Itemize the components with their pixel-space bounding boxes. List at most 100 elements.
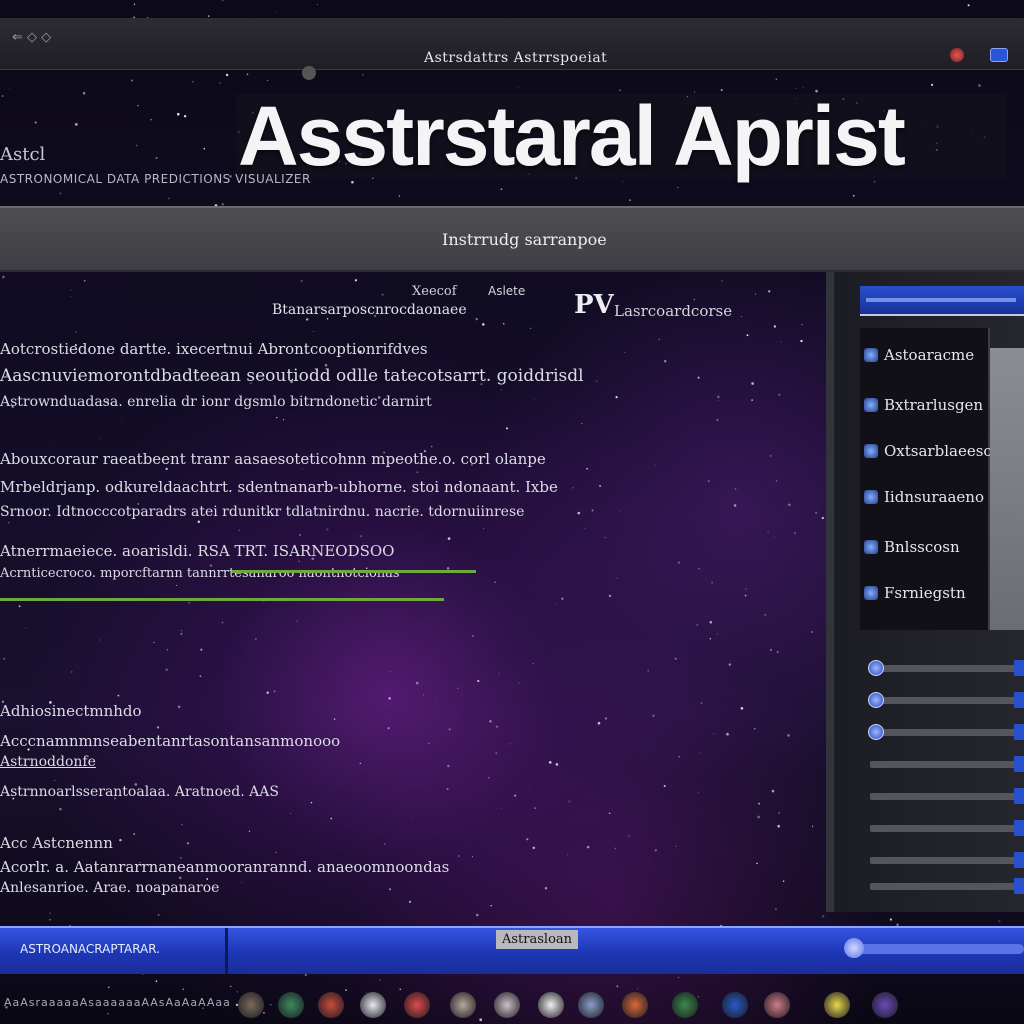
panel-slider[interactable] (870, 756, 1024, 772)
app-title: Asstrstaral Aprist (238, 89, 906, 183)
slider-track[interactable] (870, 761, 1024, 768)
search-bar[interactable]: Instrrudg sarranpoe (0, 206, 1024, 272)
slider-track[interactable] (870, 665, 1024, 672)
star (967, 4, 970, 7)
slider-end-cap (1014, 692, 1024, 708)
header-subtitle: ASTRONOMICAL DATA PREDICTIONS VISUALIZER (0, 172, 311, 186)
content-line: Acc Astcnennn (0, 834, 113, 852)
status-center-label: Astrasloan (496, 930, 579, 949)
chrome-icon[interactable] (278, 992, 304, 1018)
eye-icon-2[interactable] (494, 992, 520, 1018)
section-tag-2: Aslete (488, 284, 526, 298)
progress-underline (0, 598, 444, 601)
cloud-icon[interactable] (538, 992, 564, 1018)
panel-slider[interactable] (870, 878, 1024, 894)
slider-knob[interactable] (868, 724, 884, 740)
slider-track[interactable] (870, 697, 1024, 704)
panel-list-item[interactable]: Fsrniegstn (864, 578, 990, 608)
window-extension-icon[interactable] (990, 48, 1008, 62)
star (379, 979, 382, 981)
slider-knob[interactable] (868, 692, 884, 708)
mail-icon[interactable] (404, 992, 430, 1018)
gem-icon[interactable] (722, 992, 748, 1018)
panel-list-item[interactable]: Bnlsscosn (864, 532, 990, 562)
star (207, 15, 210, 17)
terminal-icon[interactable] (672, 992, 698, 1018)
content-line: Acrnticecroco. mporcftarnn tannrrtesanar… (0, 566, 400, 581)
panel-slider[interactable] (870, 852, 1024, 868)
slider-end-cap (1014, 756, 1024, 772)
star (304, 973, 307, 977)
slider-knob[interactable] (868, 660, 884, 676)
slider-end-cap (1014, 852, 1024, 868)
status-left-text: ASTROANACRAPTARAR. (20, 942, 160, 956)
star (678, 976, 680, 979)
panel-slider[interactable] (870, 820, 1024, 836)
content-line: Aascnuviemorontdbadteean seoutiodd odlle… (0, 366, 584, 386)
slider-track[interactable] (870, 857, 1024, 864)
slider-end-cap (1014, 820, 1024, 836)
panel-slider[interactable] (868, 692, 1024, 708)
taskbar: AaAsraaaaaAsaaaaaaAAsAaAaAAaa (0, 984, 1024, 1024)
content-line: Aotcrostiedone dartte. ixecertnui Abront… (0, 340, 428, 358)
slider-track[interactable] (870, 793, 1024, 800)
drop-icon[interactable] (764, 992, 790, 1018)
panel-list-item[interactable]: Bxtrarlusgen (864, 390, 990, 420)
star (133, 3, 136, 5)
content-line: Atnerrmaeiece. aoarisldi. RSA TRT. ISARN… (0, 542, 395, 560)
window-nav-controls[interactable]: ⇐ ◇ ◇ (12, 30, 51, 45)
slider-end-cap (1014, 660, 1024, 676)
panel-header (860, 286, 1024, 316)
highlight-underline (232, 570, 476, 573)
content-line: Astrownduadasa. enrelia dr ionr dgsmlo b… (0, 394, 432, 410)
eye-icon[interactable] (450, 992, 476, 1018)
content-line: Adhiosinectmnhdo (0, 702, 142, 720)
globe-icon[interactable] (318, 992, 344, 1018)
planet-icon (864, 586, 878, 600)
star (276, 12, 277, 13)
image-icon[interactable] (622, 992, 648, 1018)
section-tag: Xeecof (412, 284, 457, 299)
playback-progress-slider[interactable] (844, 938, 1024, 958)
panel-list: Astoaracme Bxtrarlusgen Oxtsarblaeeso Ii… (860, 328, 993, 630)
main-content: Xeecof Aslete Btanarsarposcnrocdaonaee P… (0, 272, 826, 922)
panel-list-item[interactable]: Oxtsarblaeeso (864, 436, 993, 466)
close-window-icon[interactable] (950, 48, 964, 62)
panel-list-item[interactable]: Astoaracme (864, 340, 990, 370)
window-title-bar: ⇐ ◇ ◇ Astrsdattrs Astrrspoeiat (0, 18, 1024, 80)
file-icon[interactable] (578, 992, 604, 1018)
pin-icon[interactable] (824, 992, 850, 1018)
content-link[interactable]: Astrnoddonfe (0, 754, 96, 770)
camera-icon[interactable] (360, 992, 386, 1018)
panel-scrollbar[interactable] (990, 348, 1024, 630)
content-line: Anlesanrioe. Arae. noapanaroe (0, 880, 220, 896)
status-bar: ASTROANACRAPTARAR. Astrasloan (0, 926, 1024, 974)
progress-knob[interactable] (844, 938, 864, 958)
section-heading: Btanarsarposcnrocdaonaee (272, 302, 467, 318)
panel-slider[interactable] (868, 660, 1024, 676)
slider-track[interactable] (870, 825, 1024, 832)
right-side-panel: Astoaracme Bxtrarlusgen Oxtsarblaeeso Ii… (826, 272, 1024, 912)
slider-end-cap (1014, 724, 1024, 740)
settings-icon[interactable] (238, 992, 264, 1018)
planet-icon (864, 444, 878, 458)
panel-slider[interactable] (870, 788, 1024, 804)
search-input[interactable]: Instrrudg sarranpoe (442, 230, 607, 249)
panel-item-label: Bnlsscosn (884, 538, 960, 556)
slider-track[interactable] (870, 883, 1024, 890)
panel-item-label: Oxtsarblaeeso (884, 442, 993, 460)
app-header: Asstrstaral Aprist Astcl ASTRONOMICAL DA… (0, 70, 1024, 206)
content-line: Acorlr. a. Aatanrarrnaneanmooranrannd. a… (0, 858, 450, 876)
panel-item-label: Fsrniegstn (884, 584, 966, 602)
status-left-segment: ASTROANACRAPTARAR. (0, 928, 228, 974)
taskbar-text: AaAsraaaaaAsaaaaaaAAsAaAaAAaa (4, 996, 231, 1009)
panel-item-label: Bxtrarlusgen (884, 396, 984, 414)
panel-slider[interactable] (868, 724, 1024, 740)
panel-item-label: Iidnsuraaeno (884, 488, 984, 506)
content-line: Astrnnoarlsserantoalaa. Aratnoed. AAS (0, 784, 279, 800)
content-line: Srnoor. Idtnocccotparadrs atei rdunitkr … (0, 504, 525, 520)
content-line: Mrbeldrjanp. odkureldaachtrt. sdentnanar… (0, 478, 558, 496)
panel-list-item[interactable]: Iidnsuraaeno (864, 482, 990, 512)
nebula-icon[interactable] (872, 992, 898, 1018)
slider-track[interactable] (870, 729, 1024, 736)
